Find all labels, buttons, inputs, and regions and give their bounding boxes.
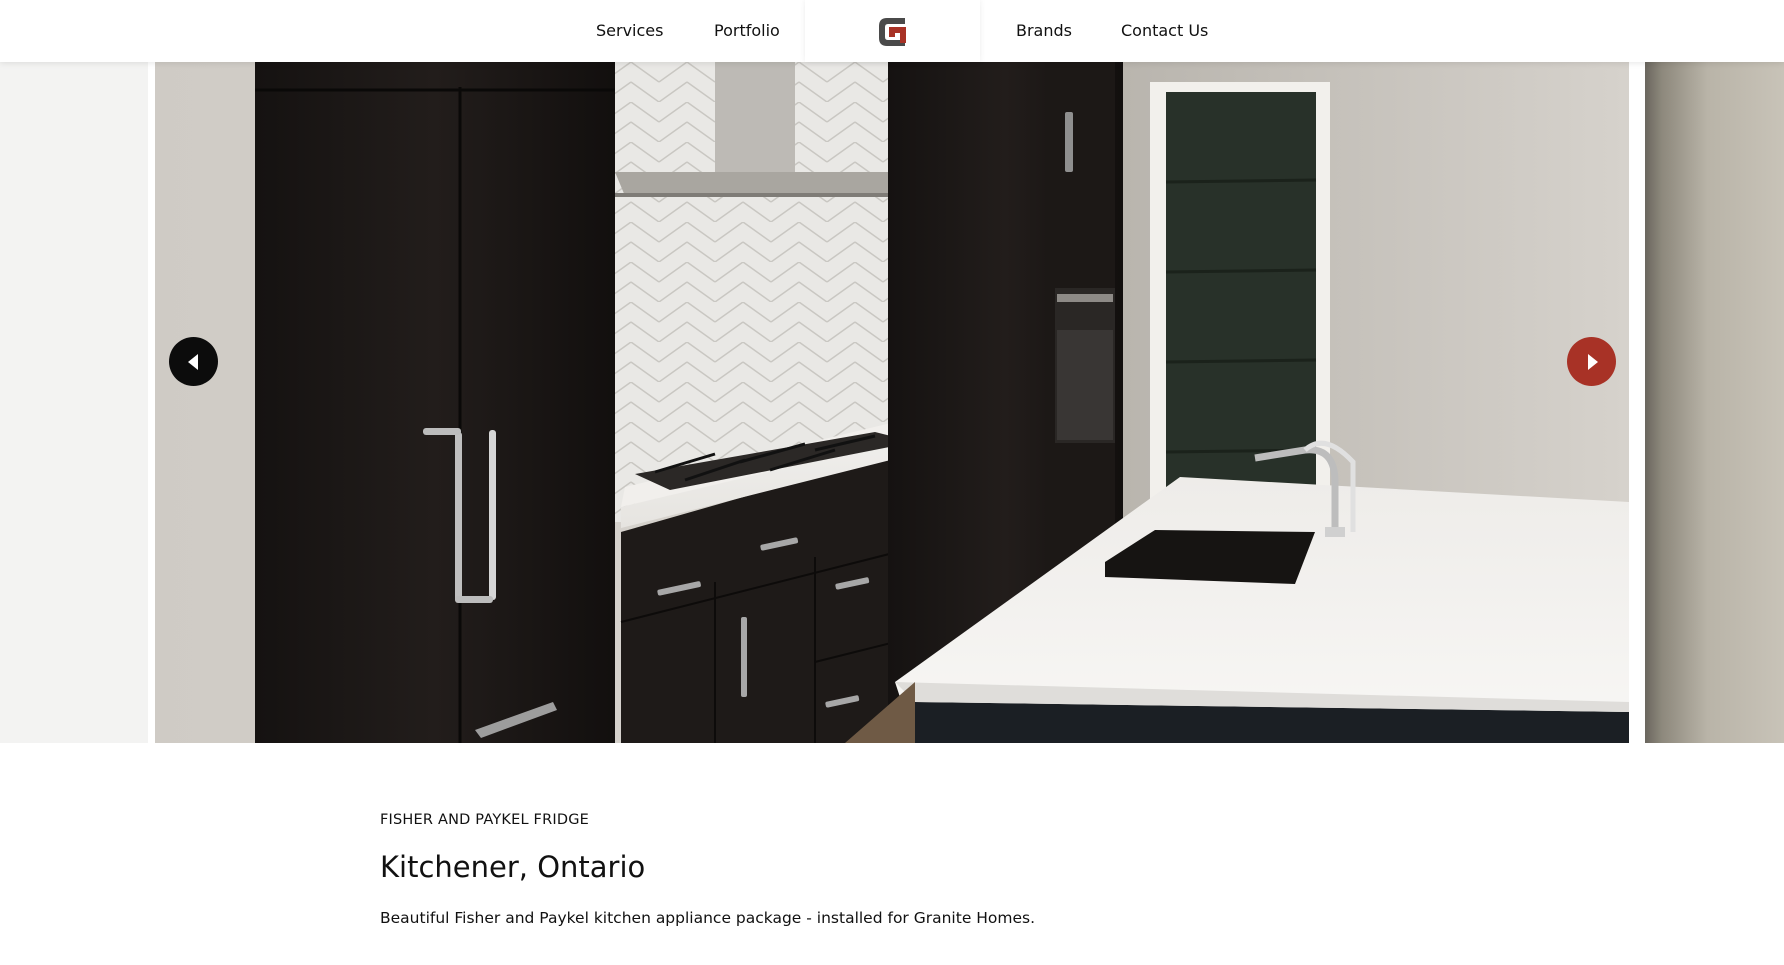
top-navigation: Services Portfolio Brands Contact Us — [0, 0, 1784, 62]
portfolio-carousel — [0, 62, 1784, 743]
caret-right-icon — [1587, 353, 1598, 370]
caption-eyebrow: FISHER AND PAYKEL FRIDGE — [380, 812, 589, 828]
kitchen-photo — [155, 62, 1629, 743]
previous-slide-peek[interactable] — [0, 62, 148, 743]
caption-title: Kitchener, Ontario — [380, 850, 646, 884]
caret-left-icon — [187, 353, 198, 370]
nav-item-services[interactable]: Services — [596, 0, 663, 62]
caption-description: Beautiful Fisher and Paykel kitchen appl… — [380, 909, 1036, 927]
nav-item-portfolio[interactable]: Portfolio — [714, 0, 780, 62]
ga-monogram-logo — [878, 18, 906, 46]
carousel-next-button[interactable] — [1567, 337, 1616, 386]
nav-item-contact-us[interactable]: Contact Us — [1121, 0, 1208, 62]
carousel-prev-button[interactable] — [169, 337, 218, 386]
next-slide-peek[interactable] — [1645, 62, 1784, 743]
home-logo-link[interactable] — [805, 0, 980, 62]
nav-item-brands[interactable]: Brands — [1016, 0, 1072, 62]
